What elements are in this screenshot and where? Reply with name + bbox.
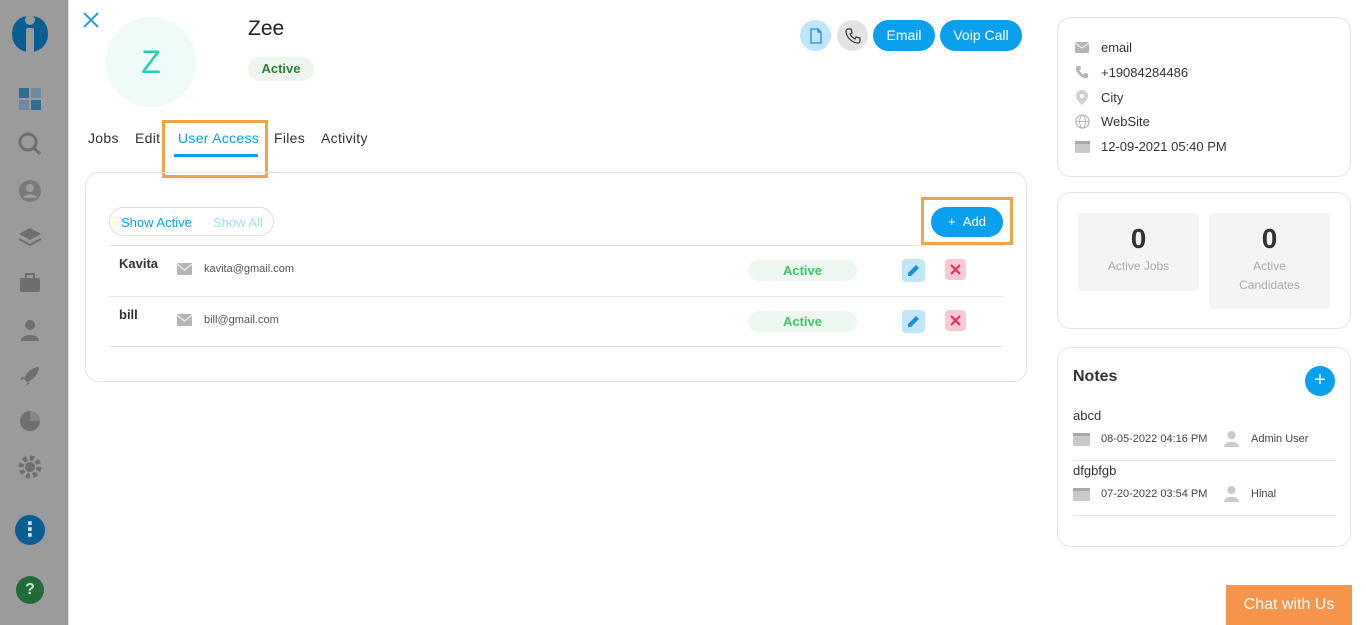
contact-status-badge: Active: [248, 57, 314, 81]
phone-icon: [844, 27, 861, 44]
calendar-icon: [1073, 488, 1090, 501]
layers-icon[interactable]: [18, 226, 42, 250]
tab-activity[interactable]: Activity: [321, 130, 368, 146]
user-access-card: Show Active Show All + Add Kavita kavita…: [85, 172, 1027, 382]
mail-icon: [1074, 39, 1090, 55]
list-item: abcd 08-05-2022 04:16 PM Admin User: [1073, 406, 1336, 461]
mail-icon: [177, 314, 192, 326]
app-sidebar: ⋮ ?: [0, 0, 68, 625]
stat-label: Active Jobs: [1107, 259, 1170, 273]
notes-card: Notes + abcd 08-05-2022 04:16 PM Admin U…: [1057, 347, 1351, 547]
search-icon[interactable]: [18, 132, 42, 156]
edit-user-button[interactable]: [902, 259, 925, 282]
highlight-box-add: [921, 197, 1013, 245]
close-icon: [950, 264, 961, 275]
info-city: City: [1101, 89, 1124, 105]
user-icon: [1224, 431, 1239, 447]
chat-with-us-button[interactable]: Chat with Us: [1226, 585, 1352, 625]
reports-pie-icon[interactable]: [18, 409, 42, 433]
help-button[interactable]: ?: [16, 576, 44, 604]
list-item: dfgbfgb 07-20-2022 03:54 PM Hinal: [1073, 461, 1336, 516]
mail-icon: [177, 263, 192, 275]
note-text: abcd: [1073, 408, 1102, 423]
rocket-icon[interactable]: [18, 364, 42, 388]
pencil-icon: [908, 265, 919, 276]
user-email: bill@gmail.com: [204, 314, 279, 326]
notes-title: Notes: [1073, 368, 1118, 385]
voip-call-button[interactable]: Voip Call: [940, 20, 1022, 51]
tab-edit[interactable]: Edit: [135, 130, 160, 146]
tab-files[interactable]: Files: [274, 130, 305, 146]
close-icon: [950, 315, 961, 326]
user-icon: [1224, 486, 1239, 502]
phone-button[interactable]: [837, 20, 868, 51]
pencil-icon: [908, 316, 919, 327]
note-author: Admin User: [1251, 433, 1309, 445]
stat-active-candidates: 0 Active Candidates: [1209, 213, 1330, 309]
contacts-icon[interactable]: [18, 179, 42, 203]
more-menu-button[interactable]: ⋮: [15, 515, 45, 545]
show-active-option[interactable]: Show Active: [121, 215, 192, 230]
stat-value: 0: [1261, 223, 1278, 254]
note-date: 07-20-2022 03:54 PM: [1101, 488, 1208, 500]
info-email[interactable]: email: [1101, 40, 1132, 55]
settings-gear-icon[interactable]: [18, 455, 42, 479]
user-name: bill: [119, 307, 138, 322]
info-created-date: 12-09-2021 05:40 PM: [1101, 138, 1227, 154]
calendar-icon: [1074, 138, 1090, 154]
contact-info-card: email +19084284486 City WebSite 12-09-20…: [1057, 17, 1351, 177]
stat-active-jobs: 0 Active Jobs: [1078, 213, 1199, 291]
dashboard-icon[interactable]: [18, 87, 42, 111]
info-created-row: 12-09-2021 05:40 PM: [1074, 137, 1227, 155]
highlight-box-user-access: [162, 120, 268, 178]
phone-icon: [1074, 64, 1090, 80]
document-icon: [809, 27, 822, 44]
info-email-row: email: [1074, 38, 1132, 56]
stats-card: 0 Active Jobs 0 Active Candidates: [1057, 192, 1351, 329]
note-date: 08-05-2022 04:16 PM: [1101, 433, 1208, 445]
table-row: bill bill@gmail.com Active: [109, 296, 1003, 347]
close-drawer-button[interactable]: [81, 10, 101, 30]
user-status-badge: Active: [748, 311, 857, 332]
info-website-row: WebSite: [1074, 112, 1150, 130]
info-phone[interactable]: +19084284486: [1101, 65, 1188, 80]
stat-label: Active Candidates: [1239, 259, 1300, 292]
active-filter-toggle: Show Active Show All: [109, 207, 274, 236]
location-pin-icon: [1074, 89, 1090, 105]
info-city-row: City: [1074, 88, 1123, 106]
user-name: Kavita: [119, 256, 159, 271]
close-icon: [83, 12, 99, 28]
user-email: kavita@gmail.com: [204, 263, 295, 275]
briefcase-icon[interactable]: [18, 271, 42, 295]
table-row: Kavita kavita@gmail.com Active: [109, 245, 1003, 296]
note-author: Hinal: [1251, 488, 1277, 500]
edit-user-button[interactable]: [902, 310, 925, 333]
user-status-badge: Active: [748, 260, 857, 281]
contact-avatar: Z: [106, 17, 196, 107]
tab-jobs[interactable]: Jobs: [88, 130, 119, 146]
calendar-icon: [1073, 433, 1090, 446]
info-website[interactable]: WebSite: [1101, 114, 1150, 129]
add-note-button[interactable]: +: [1305, 366, 1335, 396]
contact-drawer: Z Zee Active Email Voip Call Jobs Edit U…: [68, 0, 1366, 625]
note-text: dfgbfgb: [1073, 463, 1117, 478]
contact-name: Zee: [248, 17, 285, 40]
stat-value: 0: [1130, 223, 1147, 254]
globe-icon: [1074, 113, 1090, 129]
email-button[interactable]: Email: [873, 20, 935, 51]
candidate-icon[interactable]: [18, 318, 42, 342]
delete-user-button[interactable]: [945, 259, 966, 280]
show-all-option[interactable]: Show All: [213, 215, 263, 230]
info-phone-row: +19084284486: [1074, 63, 1188, 81]
delete-user-button[interactable]: [945, 310, 966, 331]
document-button[interactable]: [800, 20, 831, 51]
app-logo-icon: [10, 10, 50, 56]
